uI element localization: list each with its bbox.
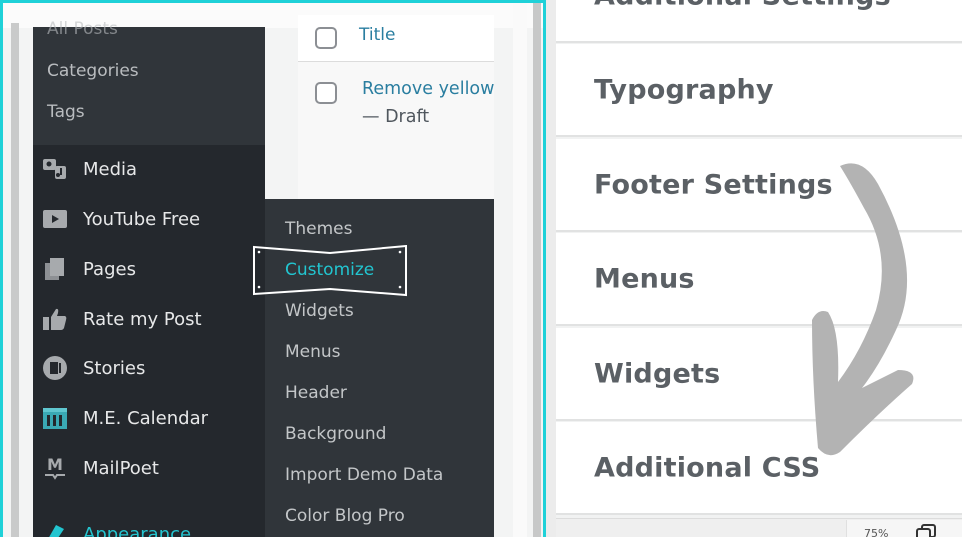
section-footer-settings[interactable]: Footer Settings: [556, 139, 962, 232]
post-title-link[interactable]: Remove yellow: [362, 79, 494, 99]
admin-sidebar-menu: All Posts Categories Tags Media YouTube …: [33, 19, 265, 537]
menu-label: Rate my Post: [83, 308, 202, 330]
menu-item-youtube-free[interactable]: YouTube Free: [33, 197, 265, 241]
section-additional-css[interactable]: Additional CSS: [556, 422, 962, 515]
zoom-level[interactable]: 75%: [864, 527, 888, 537]
paintbrush-icon: [41, 521, 69, 537]
scroll-gutter: [11, 23, 19, 537]
calendar-icon: [41, 405, 69, 431]
menu-item-mailpoet[interactable]: M MailPoet: [33, 446, 265, 490]
media-icon: [41, 156, 69, 182]
menu-label: MailPoet: [83, 457, 159, 479]
posts-table: Title Remove yellow — Draft: [298, 15, 494, 199]
menu-label: YouTube Free: [83, 208, 201, 230]
menu-item-appearance[interactable]: Appearance: [33, 512, 265, 537]
section-label: Menus: [594, 263, 695, 294]
flyout-item-background[interactable]: Background: [285, 424, 386, 444]
posts-table-header: Title: [298, 15, 494, 62]
section-additional-settings[interactable]: Additional Settings: [556, 0, 962, 43]
section-widgets[interactable]: Widgets: [556, 328, 962, 421]
appearance-flyout-menu: Themes Customize Widgets Menus Header Ba…: [265, 199, 494, 537]
posts-submenu: All Posts Categories Tags: [33, 19, 265, 145]
stories-icon: [41, 355, 69, 381]
post-state: — Draft: [362, 107, 430, 127]
flyout-item-customize[interactable]: Customize: [285, 260, 374, 280]
column-title[interactable]: Title: [359, 25, 395, 45]
section-label: Additional CSS: [594, 452, 821, 483]
pages-icon: [41, 256, 69, 282]
flyout-item-widgets[interactable]: Widgets: [285, 301, 354, 321]
panel-gutter: [546, 0, 556, 537]
menu-label: Media: [83, 158, 138, 180]
section-label: Widgets: [594, 358, 721, 389]
flyout-item-menus[interactable]: Menus: [285, 342, 341, 362]
select-all-checkbox[interactable]: [315, 27, 337, 49]
section-typography[interactable]: Typography: [556, 44, 962, 137]
section-label: Footer Settings: [594, 169, 833, 200]
menu-item-media[interactable]: Media: [33, 147, 265, 191]
menu-item-me-calendar[interactable]: M.E. Calendar: [33, 396, 265, 440]
youtube-icon: [41, 206, 69, 232]
flyout-item-import-demo-data[interactable]: Import Demo Data: [285, 465, 443, 485]
scrollbar[interactable]: [533, 3, 541, 537]
submenu-item-all-posts[interactable]: All Posts: [47, 19, 118, 39]
section-label: Additional Settings: [594, 0, 891, 11]
menu-label: M.E. Calendar: [83, 407, 209, 429]
menu-label: Pages: [83, 258, 136, 280]
thumbs-up-icon: [41, 306, 69, 332]
menu-label: Appearance: [83, 523, 192, 537]
submenu-item-categories[interactable]: Categories: [47, 61, 139, 81]
flyout-item-color-blog-pro[interactable]: Color Blog Pro: [285, 506, 405, 526]
content-edge: [513, 3, 527, 537]
section-label: Typography: [594, 74, 774, 105]
submenu-item-tags[interactable]: Tags: [47, 102, 85, 122]
customizer-panel: Additional Settings Typography Footer Se…: [546, 0, 962, 537]
menu-item-stories[interactable]: Stories: [33, 346, 265, 390]
mailpoet-icon: M: [41, 455, 69, 481]
row-checkbox[interactable]: [315, 82, 337, 104]
flyout-item-header[interactable]: Header: [285, 383, 347, 403]
section-menus[interactable]: Menus: [556, 233, 962, 326]
menu-item-rate-my-post[interactable]: Rate my Post: [33, 297, 265, 341]
window-restore-icon[interactable]: [916, 524, 936, 537]
menu-item-pages[interactable]: Pages: [33, 247, 265, 291]
svg-text:M: M: [47, 455, 63, 474]
menu-label: Stories: [83, 357, 146, 379]
flyout-item-themes[interactable]: Themes: [285, 219, 353, 239]
